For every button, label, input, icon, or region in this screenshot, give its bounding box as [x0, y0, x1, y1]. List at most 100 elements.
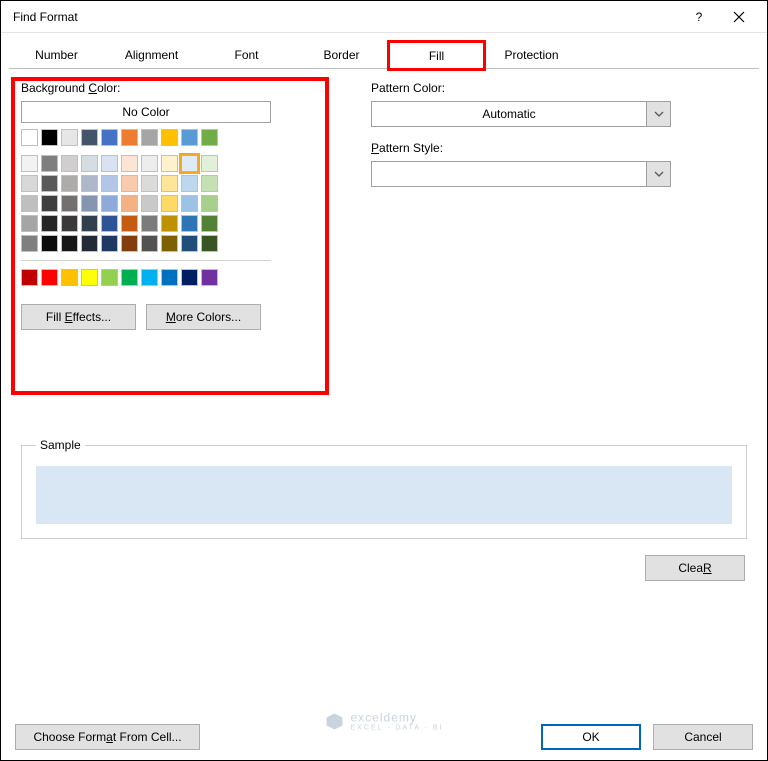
- color-swatch[interactable]: [141, 155, 158, 172]
- more-colors-button[interactable]: More Colors...: [146, 304, 261, 330]
- color-swatch[interactable]: [141, 235, 158, 252]
- color-swatch[interactable]: [41, 155, 58, 172]
- fill-effects-button[interactable]: Fill Effects...: [21, 304, 136, 330]
- color-swatch[interactable]: [61, 269, 78, 286]
- color-swatch[interactable]: [121, 215, 138, 232]
- color-swatch[interactable]: [121, 155, 138, 172]
- color-swatch[interactable]: [41, 175, 58, 192]
- tab-alignment[interactable]: Alignment: [104, 41, 199, 68]
- sample-label: Sample: [36, 438, 85, 452]
- color-swatch[interactable]: [201, 175, 218, 192]
- color-swatch[interactable]: [81, 215, 98, 232]
- color-swatch[interactable]: [41, 215, 58, 232]
- color-swatch[interactable]: [41, 235, 58, 252]
- color-swatch[interactable]: [41, 269, 58, 286]
- color-swatch[interactable]: [101, 175, 118, 192]
- color-swatch[interactable]: [21, 129, 38, 146]
- background-color-panel: Background Color: No Color Fill Effects.…: [21, 81, 331, 330]
- pattern-color-combo[interactable]: Automatic: [371, 101, 671, 127]
- color-swatch[interactable]: [101, 235, 118, 252]
- tab-protection[interactable]: Protection: [484, 41, 579, 68]
- color-swatch[interactable]: [181, 195, 198, 212]
- tab-border[interactable]: Border: [294, 41, 389, 68]
- color-swatch[interactable]: [21, 235, 38, 252]
- color-swatch[interactable]: [121, 195, 138, 212]
- title-bar: Find Format ?: [1, 1, 767, 33]
- color-swatch[interactable]: [121, 175, 138, 192]
- color-swatch[interactable]: [141, 269, 158, 286]
- color-swatch[interactable]: [181, 269, 198, 286]
- color-swatch[interactable]: [201, 215, 218, 232]
- color-swatch[interactable]: [41, 195, 58, 212]
- help-button[interactable]: ?: [679, 3, 719, 31]
- color-swatch[interactable]: [181, 155, 198, 172]
- color-swatch[interactable]: [141, 215, 158, 232]
- color-swatch[interactable]: [81, 155, 98, 172]
- color-swatch[interactable]: [201, 195, 218, 212]
- color-swatch[interactable]: [181, 129, 198, 146]
- color-swatch[interactable]: [101, 215, 118, 232]
- color-swatch[interactable]: [181, 215, 198, 232]
- color-swatch[interactable]: [61, 215, 78, 232]
- tab-font[interactable]: Font: [199, 41, 294, 68]
- color-swatch[interactable]: [81, 269, 98, 286]
- color-swatch[interactable]: [201, 235, 218, 252]
- color-swatch[interactable]: [81, 175, 98, 192]
- chevron-down-icon: [646, 162, 670, 186]
- color-swatch[interactable]: [81, 235, 98, 252]
- no-color-button[interactable]: No Color: [21, 101, 271, 123]
- color-swatch[interactable]: [181, 235, 198, 252]
- color-swatch[interactable]: [141, 175, 158, 192]
- close-button[interactable]: [719, 3, 759, 31]
- pattern-style-combo[interactable]: [371, 161, 671, 187]
- color-swatch[interactable]: [101, 269, 118, 286]
- window-title: Find Format: [9, 10, 679, 24]
- color-swatch[interactable]: [161, 129, 178, 146]
- color-swatch[interactable]: [21, 195, 38, 212]
- color-swatch[interactable]: [61, 235, 78, 252]
- color-swatch[interactable]: [161, 269, 178, 286]
- color-swatch[interactable]: [141, 129, 158, 146]
- color-swatch[interactable]: [21, 175, 38, 192]
- color-swatch[interactable]: [201, 155, 218, 172]
- color-swatch[interactable]: [61, 129, 78, 146]
- separator: [21, 260, 271, 261]
- color-swatch[interactable]: [61, 175, 78, 192]
- pattern-color-value: Automatic: [372, 107, 646, 121]
- color-swatch[interactable]: [101, 129, 118, 146]
- color-swatch[interactable]: [181, 175, 198, 192]
- color-swatch[interactable]: [21, 155, 38, 172]
- color-swatch[interactable]: [21, 215, 38, 232]
- color-swatch[interactable]: [61, 195, 78, 212]
- tab-fill[interactable]: Fill: [389, 42, 484, 69]
- color-swatch[interactable]: [161, 155, 178, 172]
- pattern-style-label: Pattern Style:: [371, 141, 747, 155]
- ok-button[interactable]: OK: [541, 724, 641, 750]
- color-swatch[interactable]: [121, 129, 138, 146]
- bottom-bar: Choose Format From Cell... OK Cancel: [1, 724, 767, 750]
- clear-button[interactable]: CleaR: [645, 555, 745, 581]
- pattern-panel: Pattern Color: Automatic Pattern Style:: [371, 81, 747, 330]
- color-swatch[interactable]: [161, 235, 178, 252]
- cancel-button[interactable]: Cancel: [653, 724, 753, 750]
- color-swatch[interactable]: [201, 269, 218, 286]
- color-swatch[interactable]: [161, 215, 178, 232]
- tab-number[interactable]: Number: [9, 41, 104, 68]
- color-swatch[interactable]: [21, 269, 38, 286]
- color-swatch[interactable]: [61, 155, 78, 172]
- color-swatch[interactable]: [201, 129, 218, 146]
- color-swatch[interactable]: [121, 235, 138, 252]
- tab-strip: NumberAlignmentFontBorderFillProtection: [9, 41, 759, 69]
- color-swatch[interactable]: [121, 269, 138, 286]
- color-swatch[interactable]: [81, 195, 98, 212]
- color-swatch[interactable]: [101, 195, 118, 212]
- pattern-color-label: Pattern Color:: [371, 81, 747, 95]
- color-swatch[interactable]: [161, 175, 178, 192]
- color-swatch[interactable]: [161, 195, 178, 212]
- color-swatch[interactable]: [81, 129, 98, 146]
- choose-format-from-cell-button[interactable]: Choose Format From Cell...: [15, 724, 200, 750]
- color-swatch[interactable]: [141, 195, 158, 212]
- sample-group: Sample: [21, 438, 747, 539]
- color-swatch[interactable]: [41, 129, 58, 146]
- color-swatch[interactable]: [101, 155, 118, 172]
